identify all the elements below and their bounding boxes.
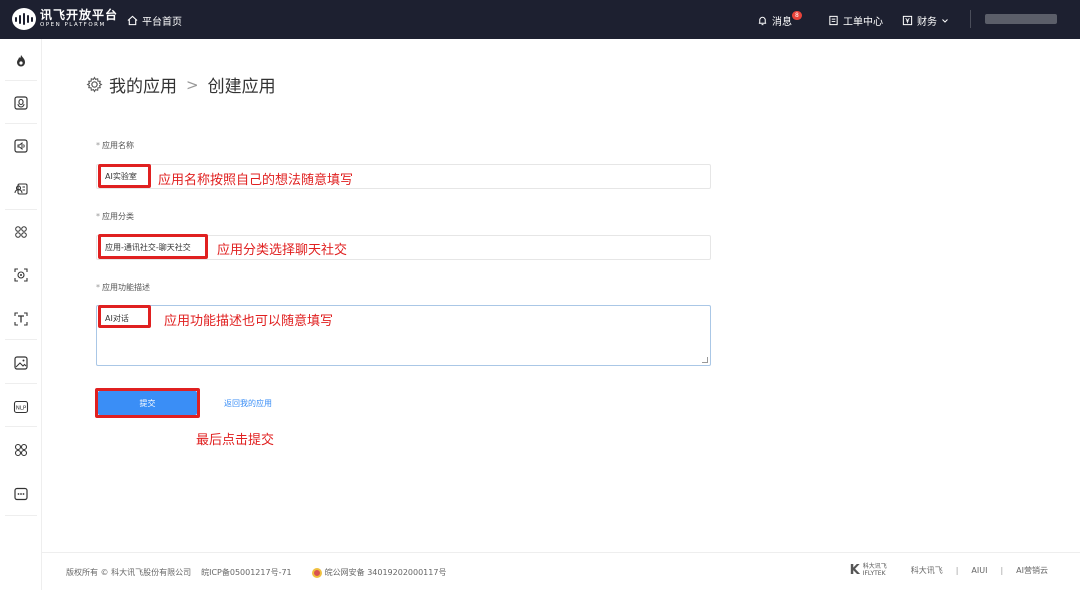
chevron-down-icon <box>942 18 948 23</box>
home-label: 平台首页 <box>142 17 182 28</box>
footer-link-aiui[interactable]: AIUI <box>971 566 987 575</box>
text-scan-icon[interactable] <box>9 307 33 331</box>
category-annotation: 应用分类选择聊天社交 <box>217 243 348 258</box>
highlight-box-category <box>98 234 208 259</box>
highlight-box-name <box>98 164 151 188</box>
footer-link-iflytek[interactable]: 科大讯飞 <box>911 565 943 576</box>
header-divider <box>970 10 971 28</box>
speaker-icon[interactable] <box>9 134 33 158</box>
top-nav-bar: 讯飞开放平台 OPEN PLATFORM 平台首页 消息 8 工单中心 财务 <box>0 0 1080 39</box>
finance-menu[interactable]: 财务 <box>902 13 949 28</box>
user-account-redacted[interactable] <box>985 14 1057 24</box>
voice-box-icon[interactable] <box>9 91 33 115</box>
person-card-icon[interactable] <box>9 177 33 201</box>
description-annotation: 应用功能描述也可以随意填写 <box>164 314 334 329</box>
breadcrumb: 我的应用 > 创建应用 <box>86 72 276 97</box>
police-badge-icon <box>311 567 322 578</box>
tickets-label: 工单中心 <box>843 17 883 28</box>
highlight-box-description <box>98 305 151 328</box>
face-scan-icon[interactable] <box>9 220 33 244</box>
bell-icon <box>758 16 767 26</box>
breadcrumb-separator: > <box>186 75 199 94</box>
sidebar: NLP <box>0 39 42 590</box>
footer-separator: | <box>1000 566 1004 575</box>
messages-badge: 8 <box>792 11 802 20</box>
svg-text:NLP: NLP <box>16 406 27 412</box>
name-annotation: 应用名称按照自己的想法随意填写 <box>158 173 354 188</box>
finance-icon <box>902 15 913 26</box>
footer-link-ai-marketing[interactable]: AI营销云 <box>1016 565 1048 576</box>
apps-grid-icon[interactable] <box>9 438 33 462</box>
flame-icon[interactable] <box>9 49 33 73</box>
document-icon <box>829 15 838 26</box>
footer: 版权所有 © 科大讯飞股份有限公司 皖ICP备05001217号-71 皖公网安… <box>42 552 1080 590</box>
logo-subtitle: OPEN PLATFORM <box>40 22 106 29</box>
footer-separator: | <box>955 566 959 575</box>
police-record-text: 皖公网安备 34019202000117号 <box>324 568 447 577</box>
finance-label: 财务 <box>917 17 937 28</box>
image-icon[interactable] <box>9 351 33 375</box>
copyright-text: 版权所有 © 科大讯飞股份有限公司 <box>66 568 192 577</box>
logo-icon <box>12 8 36 30</box>
breadcrumb-create-app: 创建应用 <box>207 77 276 97</box>
platform-logo[interactable]: 讯飞开放平台 OPEN PLATFORM <box>12 8 118 30</box>
police-record[interactable]: 皖公网安备 34019202000117号 <box>311 567 447 578</box>
messages-link[interactable]: 消息 8 <box>757 11 802 28</box>
home-icon <box>127 15 138 26</box>
highlight-box-submit <box>95 388 200 418</box>
nlp-icon[interactable]: NLP <box>9 395 33 419</box>
submit-annotation: 最后点击提交 <box>196 433 275 448</box>
camera-scan-icon[interactable] <box>9 263 33 287</box>
home-link[interactable]: 平台首页 <box>127 13 182 28</box>
app-description-label: * 应用功能描述 <box>96 283 150 292</box>
gear-icon <box>86 76 103 93</box>
app-category-label: * 应用分类 <box>96 212 134 221</box>
resize-handle[interactable] <box>702 357 708 363</box>
more-icon[interactable] <box>9 482 33 506</box>
iflytek-mark: K <box>849 563 860 578</box>
logo-title: 讯飞开放平台 <box>40 8 119 23</box>
iflytek-logo-en: IFLYTEK <box>862 569 886 577</box>
breadcrumb-my-apps[interactable]: 我的应用 <box>109 72 177 97</box>
back-to-my-apps-link[interactable]: 返回我的应用 <box>224 398 272 409</box>
icp-link[interactable]: 皖ICP备05001217号-71 <box>201 567 292 578</box>
iflytek-footer-logo: K 科大讯飞 IFLYTEK <box>850 563 887 578</box>
app-name-label: * 应用名称 <box>96 141 134 150</box>
tickets-link[interactable]: 工单中心 <box>828 13 883 28</box>
messages-label: 消息 <box>772 17 792 28</box>
